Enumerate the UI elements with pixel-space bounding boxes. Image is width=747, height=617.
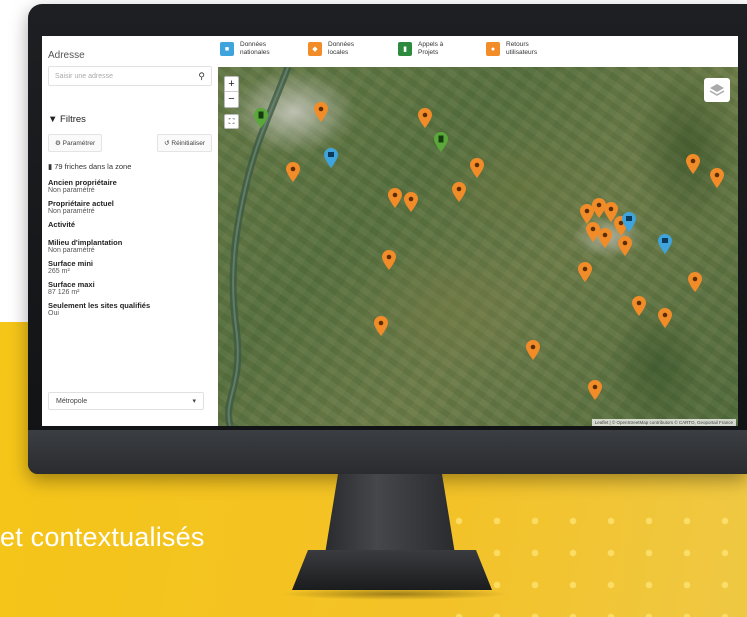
map-pin-local[interactable]	[632, 296, 646, 316]
monitor-stand-shadow	[280, 588, 510, 600]
document-icon: ▮	[398, 42, 412, 56]
filter-label-activity: Activité	[48, 220, 76, 229]
map-pin-local[interactable]	[578, 262, 592, 282]
map-pin-local[interactable]	[658, 308, 672, 328]
filter-value-current-owner[interactable]: Non paramétré	[48, 208, 212, 215]
layers-icon	[709, 84, 725, 96]
tag-icon: ◆	[308, 42, 322, 56]
map-pin-local[interactable]	[374, 316, 388, 336]
map-pin-national[interactable]	[622, 212, 636, 232]
legend-label-national: Données nationales	[240, 41, 270, 56]
sites-count-text: 79 friches dans la zone	[54, 162, 132, 171]
map-pin-national[interactable]	[324, 148, 338, 168]
map-pin-local[interactable]	[388, 188, 402, 208]
filter-value-qualified-only[interactable]: Oui	[48, 310, 212, 317]
filter-label-environment: Milieu d'implantation	[48, 238, 123, 247]
map-panel: ■ Données nationales ◆ Données locales ▮…	[218, 36, 738, 426]
tagline-text: et contextualisés	[0, 522, 205, 552]
zoom-in-button[interactable]: +	[225, 77, 238, 92]
legend-item-national[interactable]: ■ Données nationales	[220, 41, 284, 57]
legend-item-user-feedback[interactable]: ● Retours utilisateurs	[486, 41, 550, 57]
dot-pattern	[440, 505, 747, 617]
filter-value-activity[interactable]	[48, 229, 212, 233]
legend-label-user-feedback: Retours utilisateurs	[506, 41, 538, 56]
chevron-down-icon: ▾	[192, 398, 196, 405]
monitor-stand-neck	[325, 474, 455, 554]
reset-icon: ↺	[164, 140, 170, 147]
person-icon: ●	[486, 42, 500, 56]
map-pin-local[interactable]	[470, 158, 484, 178]
filter-sidebar: Adresse Saisir une adresse ⚲ ▼ Filtres ⚙…	[42, 36, 218, 426]
map-pin-national[interactable]	[658, 234, 672, 254]
search-icon[interactable]: ⚲	[198, 71, 205, 82]
address-label: Adresse	[48, 50, 85, 61]
filter-value-min-surface[interactable]: 265 m²	[48, 268, 212, 275]
reset-button[interactable]: ↺ Réinitialiser	[157, 134, 212, 152]
chart-icon: ▮	[48, 162, 53, 171]
filter-value-former-owner[interactable]: Non paramétré	[48, 187, 212, 194]
monitor-stand-base	[292, 550, 492, 590]
reset-button-label: Réinitialiser	[171, 140, 205, 147]
gear-icon: ⚙	[55, 140, 61, 147]
address-search-input[interactable]: Saisir une adresse ⚲	[48, 66, 212, 86]
legend-item-projects[interactable]: ▮ Appels à Projets	[398, 41, 462, 57]
map-pin-local[interactable]	[418, 108, 432, 128]
sites-count: ▮ 79 friches dans la zone	[48, 162, 212, 171]
map-pin-project[interactable]	[434, 132, 448, 152]
map-pin-local[interactable]	[314, 102, 328, 122]
settings-button-label: Paramétrer	[62, 140, 96, 147]
map-pin-local[interactable]	[686, 154, 700, 174]
legend-label-local: Données locales	[328, 41, 355, 56]
filter-list: Ancien propriétaire Non paramétré Propri…	[48, 178, 212, 317]
filter-funnel-icon: ▼	[48, 114, 58, 125]
filter-value-environment[interactable]: Non paramétré	[48, 247, 212, 254]
filters-heading: ▼ Filtres	[48, 114, 212, 125]
map-pin-local[interactable]	[598, 228, 612, 248]
legend-item-local[interactable]: ◆ Données locales	[308, 41, 372, 57]
map-pin-local[interactable]	[382, 250, 396, 270]
filter-buttons: ⚙ Paramétrer ↺ Réinitialiser	[48, 134, 212, 152]
fullscreen-button[interactable]: ⛶	[224, 114, 239, 129]
map-pin-local[interactable]	[710, 168, 724, 188]
map-pin-local[interactable]	[286, 162, 300, 182]
map-pin-local[interactable]	[688, 272, 702, 292]
filters-label: Filtres	[60, 114, 86, 125]
filter-label-current-owner: Propriétaire actuel	[48, 199, 114, 208]
search-placeholder: Saisir une adresse	[55, 72, 113, 80]
legend-label-projects: Appels à Projets	[418, 41, 444, 56]
region-select-value: Métropole	[56, 397, 88, 405]
map-pin-project[interactable]	[254, 108, 268, 128]
filter-label-max-surface: Surface maxi	[48, 280, 95, 289]
filter-label-min-surface: Surface mini	[48, 259, 94, 268]
map-attribution[interactable]: Leaflet | © OpenStreetMap contributors ©…	[591, 419, 736, 426]
map-pin-local[interactable]	[618, 236, 632, 256]
monitor-chin	[28, 430, 747, 474]
filter-label-qualified-only: Seulement les sites qualifiés	[48, 301, 151, 310]
settings-button[interactable]: ⚙ Paramétrer	[48, 134, 103, 152]
map-pin-local[interactable]	[452, 182, 466, 202]
map-pin-local[interactable]	[588, 380, 602, 400]
zoom-out-button[interactable]: −	[225, 92, 238, 107]
zoom-control: + −	[224, 76, 239, 108]
map-legend: ■ Données nationales ◆ Données locales ▮…	[218, 36, 738, 67]
filter-value-max-surface[interactable]: 87 126 m²	[48, 289, 212, 296]
factory-icon: ■	[220, 42, 234, 56]
map-pin-local[interactable]	[526, 340, 540, 360]
filter-label-former-owner: Ancien propriétaire	[48, 178, 117, 187]
region-select[interactable]: Métropole ▾	[48, 392, 204, 410]
layers-button[interactable]	[704, 78, 730, 102]
map-pin-local[interactable]	[404, 192, 418, 212]
monitor-screen: Adresse Saisir une adresse ⚲ ▼ Filtres ⚙…	[42, 36, 738, 426]
